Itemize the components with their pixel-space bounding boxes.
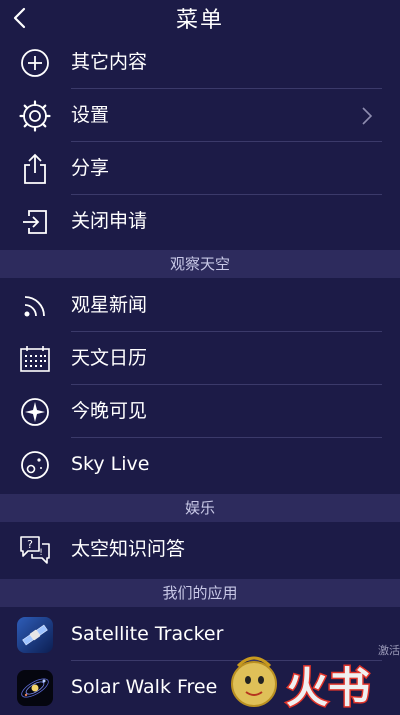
watermark-logo: 火书 激活 转到 [226,640,400,714]
share-icon [17,153,53,185]
quiz-bubble-icon: ? ! [17,534,53,566]
gear-icon [17,100,53,132]
menu-item-visible-tonight[interactable]: 今晚可见 [0,385,400,438]
menu-item-label: 分享 [71,157,110,179]
app-item-label: Satellite Tracker [71,623,224,645]
menu-item-share[interactable]: 分享 [0,142,400,195]
svg-text:!: ! [39,548,43,558]
menu-item-label: Sky Live [71,453,150,475]
menu-item-label: 设置 [71,104,110,126]
menu-item-label: 其它内容 [71,51,148,73]
menu-item-label: 关闭申请 [71,210,148,232]
solar-walk-app-icon [17,670,53,706]
app-item-label: Solar Walk Free [71,676,218,698]
menu-item-close-app[interactable]: 关闭申请 [0,195,400,248]
watermark-side-text: 激活 转到 [378,643,400,657]
section-header-entertainment: 娱乐 [0,494,400,522]
planet-icon [17,449,53,481]
compass-star-icon [17,396,53,428]
page-title: 菜单 [175,8,224,33]
exit-icon [17,206,53,238]
satellite-app-icon [17,617,53,653]
chevron-right-icon [362,107,373,125]
top-bar: 菜单 [0,0,400,36]
menu-item-label: 观星新闻 [71,294,148,316]
menu-item-astronomy-calendar[interactable]: 天文日历 [0,332,400,385]
svg-text:?: ? [27,538,33,551]
menu-item-stargazing-news[interactable]: 观星新闻 [0,279,400,332]
menu-item-sky-live[interactable]: Sky Live [0,438,400,491]
watermark-text: 火书 [286,663,370,711]
section-header-our-apps: 我们的应用 [0,579,400,607]
section-header-observe: 观察天空 [0,250,400,278]
menu-item-settings[interactable]: 设置 [0,89,400,142]
menu-item-space-quiz[interactable]: ? ! 太空知识问答 [0,523,400,576]
calendar-icon [17,343,53,375]
menu-item-label: 太空知识问答 [71,538,186,560]
menu-item-label: 今晚可见 [71,400,148,422]
plus-circle-icon [17,47,53,79]
menu-item-more-content[interactable]: 其它内容 [0,36,400,89]
rss-icon [17,290,53,322]
menu-item-label: 天文日历 [71,347,148,369]
